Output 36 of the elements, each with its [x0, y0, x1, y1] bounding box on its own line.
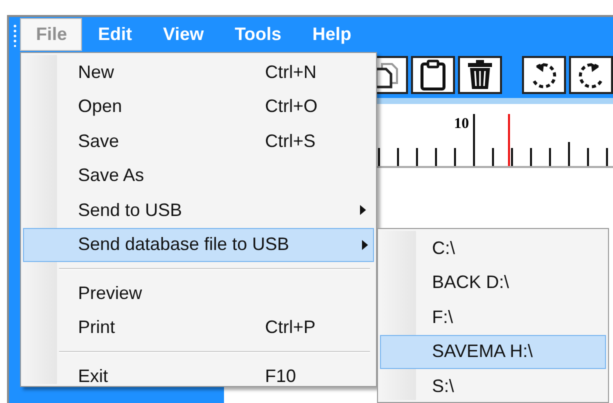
menu-item[interactable]: Print Ctrl+P [23, 310, 374, 345]
submenu-item[interactable]: SAVEMA H:\ [380, 334, 606, 369]
menu-item[interactable]: Open Ctrl+O [23, 90, 374, 124]
menu-item[interactable]: Preview [23, 276, 374, 310]
menu-item-label: Open [78, 95, 124, 118]
clipboard-icon [418, 59, 448, 91]
menu-item-label: Save As [78, 164, 146, 188]
menu-item-label: Send database file to USB [78, 233, 290, 256]
menu-item-label: Send to USB [78, 198, 184, 222]
paste-button[interactable] [411, 56, 455, 94]
shortcut-text: F10 [265, 364, 298, 388]
delete-button[interactable] [458, 56, 502, 94]
menu-item[interactable]: Exit F10 [23, 359, 374, 394]
menu-item-label: Save [78, 130, 120, 153]
menu-item[interactable]: Save Ctrl+S [23, 124, 374, 158]
shortcut-text: Ctrl+S [265, 130, 317, 153]
menu-item-label: New [78, 60, 116, 84]
menu-item-label: Exit [78, 364, 110, 388]
undo-button[interactable] [522, 56, 566, 94]
shortcut-text: Ctrl+N [265, 60, 318, 84]
menu-item[interactable]: Save As [23, 158, 374, 193]
ruler-label: 10 [454, 116, 469, 132]
submenu-item[interactable]: F:\ [380, 300, 606, 334]
shortcut-text: Ctrl+P [265, 316, 317, 340]
menu-item[interactable]: Send to USB [23, 193, 374, 228]
menu-item[interactable]: New Ctrl+N [23, 55, 374, 90]
trash-icon [466, 59, 494, 91]
redo-button[interactable] [569, 56, 613, 94]
submenu-item[interactable]: C:\ [380, 231, 606, 266]
grip-icon [13, 22, 17, 46]
shortcut-text: Ctrl+O [265, 95, 319, 118]
menu-item[interactable]: Send database file to USB [23, 228, 374, 262]
menu-item-label: Preview [78, 282, 144, 305]
submenu-item[interactable]: BACK D:\ [380, 266, 606, 300]
submenu-item[interactable]: S:\ [380, 369, 606, 402]
menu-item-label: Print [78, 316, 116, 340]
